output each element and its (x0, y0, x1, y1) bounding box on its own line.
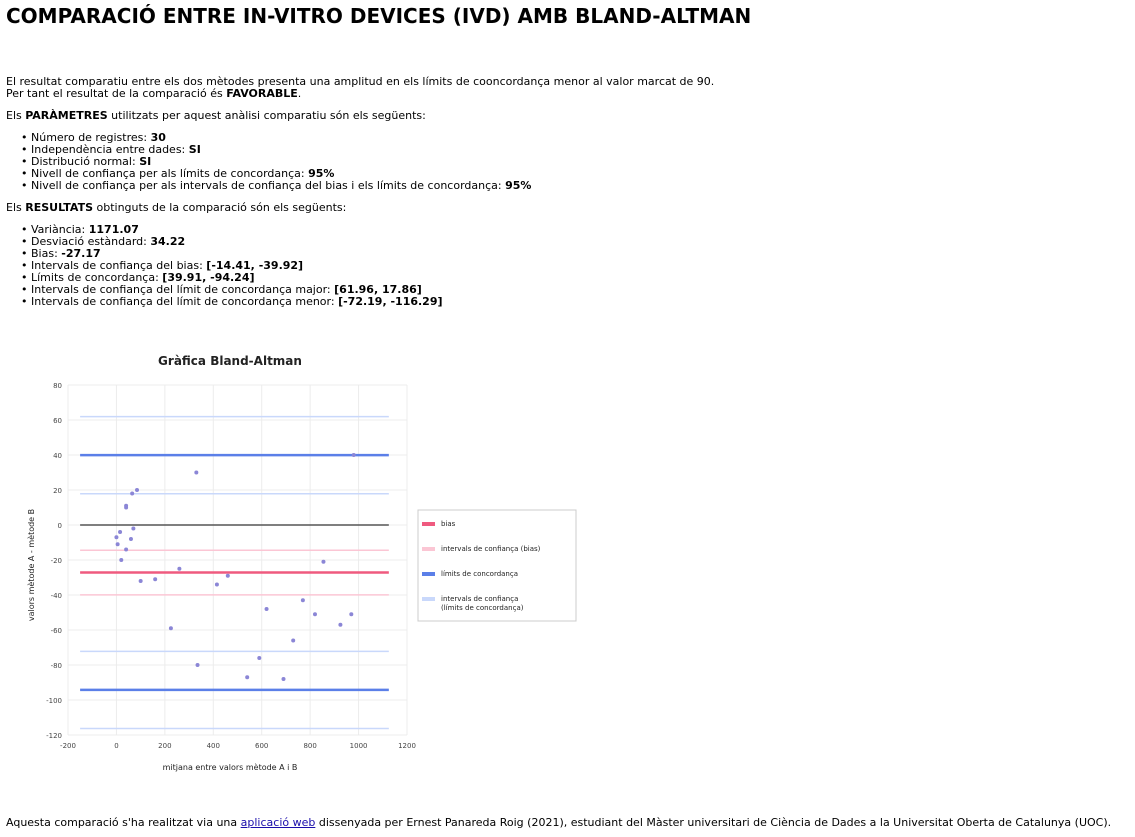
legend-label: límits de concordança (441, 570, 518, 578)
data-point (124, 547, 129, 552)
params-intro: Els PARÀMETRES utilitzats per aquest anà… (6, 110, 426, 122)
data-point (177, 566, 182, 571)
reference-lines (80, 415, 389, 730)
summary-result-value: FAVORABLE (226, 87, 298, 100)
x-tick-label: 400 (207, 742, 220, 750)
data-point (264, 607, 269, 611)
data-point (115, 542, 120, 547)
data-point (349, 612, 354, 617)
y-tick-label: -60 (51, 627, 62, 635)
legend-label: bias (441, 520, 456, 528)
data-point (300, 598, 305, 603)
legend-swatch (422, 522, 435, 526)
chart-title: Gràfica Bland-Altman (158, 354, 302, 368)
y-tick-label: -20 (51, 557, 62, 565)
data-point (131, 526, 136, 531)
params-intro-bold: PARÀMETRES (25, 109, 108, 122)
legend-label: intervals de confiança (límits de concord… (441, 595, 524, 612)
param-label: Nivell de confiança per als intervals de… (31, 179, 506, 192)
y-tick-label: -40 (51, 592, 62, 600)
summary-line-2-prefix: Per tant el resultat de la comparació és (6, 87, 227, 100)
x-tick-label: 800 (303, 742, 316, 750)
param-item: Nivell de confiança per als intervals de… (6, 179, 532, 193)
data-point (138, 579, 143, 583)
data-point (321, 559, 326, 564)
y-tick-label: 60 (53, 417, 62, 425)
legend-swatch (422, 547, 435, 551)
data-point (225, 573, 230, 578)
summary-line-2-suffix: . (297, 87, 302, 100)
data-point (194, 470, 199, 475)
footer-suffix: dissenyada per Ernest Panareda Roig (202… (315, 816, 1112, 829)
data-point (119, 558, 124, 562)
legend: bias intervals de confiança (bias) límits … (417, 509, 577, 622)
summary-text: El resultat comparatiu entre els dos mèt… (6, 76, 714, 100)
data-point (135, 488, 140, 492)
footer-prefix: Aquesta comparació s'ha realitzat via un… (6, 816, 241, 829)
chart-svg: Gràfica Bland-Altman 806040200-20-40-60-… (26, 354, 577, 772)
param-value: SI (188, 143, 201, 156)
legend-swatch (422, 597, 435, 601)
data-points (114, 453, 356, 681)
data-point (124, 503, 129, 508)
grid (67, 384, 408, 736)
data-point (168, 626, 173, 631)
result-value: [-72.19, -116.29] (338, 295, 443, 308)
footer-text: Aquesta comparació s'ha realitzat via un… (6, 816, 1111, 829)
legend-swatch (422, 572, 435, 576)
data-point (118, 530, 123, 534)
x-tick-label: 200 (158, 742, 171, 750)
legend-label: intervals de confiança (bias) (441, 545, 541, 553)
results-intro-suffix: obtinguts de la comparació són els següe… (93, 201, 347, 214)
result-value: 34.22 (150, 235, 186, 248)
result-item: Intervals de confiança del límit de conc… (6, 295, 443, 309)
y-axis-label: valors mètode A - mètode B (26, 509, 36, 621)
x-axis-label: mitjana entre valors mètode A i B (163, 762, 298, 772)
x-tick-label: 0 (114, 742, 118, 750)
data-point (195, 663, 200, 667)
data-point (281, 677, 286, 681)
data-point (291, 638, 296, 643)
data-point (351, 453, 356, 457)
page-title: COMPARACIÓ ENTRE IN-VITRO DEVICES (IVD) … (6, 4, 752, 28)
axis-ticks: 806040200-20-40-60-80-100-120-200 0 200 400… (46, 382, 416, 750)
x-tick-label: 600 (255, 742, 268, 750)
params-intro-prefix: Els (6, 109, 26, 122)
y-tick-label: 0 (58, 522, 62, 530)
y-tick-label: -120 (46, 732, 62, 740)
y-tick-label: 40 (53, 452, 62, 460)
data-point (130, 491, 135, 496)
params-list: Número de registres: 30 Independència en… (6, 132, 532, 193)
summary-line-2: Per tant el resultat de la comparació és… (6, 88, 714, 100)
data-point (214, 582, 219, 587)
data-point (114, 535, 119, 540)
data-point (128, 537, 133, 541)
param-value: 95% (505, 179, 532, 192)
x-tick-label: -200 (60, 742, 76, 750)
x-tick-label: 1000 (350, 742, 368, 750)
y-tick-label: -100 (46, 697, 62, 705)
results-intro: Els RESULTATS obtinguts de la comparació… (6, 202, 346, 214)
data-point (312, 612, 317, 617)
results-list: Variància: 1171.07 Desviació estàndard: … (6, 224, 443, 309)
params-intro-suffix: utilitzats per aquest anàlisi comparatiu… (107, 109, 426, 122)
y-tick-label: -80 (51, 662, 62, 670)
results-intro-bold: RESULTATS (25, 201, 93, 214)
y-tick-label: 80 (53, 382, 62, 390)
web-app-link[interactable]: aplicació web (241, 816, 316, 829)
bland-altman-chart: Gràfica Bland-Altman 80 60 40 20 0 -20 -40 -60-… (20, 345, 590, 785)
result-label: Intervals de confiança del límit de conc… (31, 295, 339, 308)
data-point (153, 577, 158, 582)
x-tick-label: 1200 (398, 742, 416, 750)
results-intro-prefix: Els (6, 201, 26, 214)
data-point (245, 675, 250, 680)
data-point (257, 656, 262, 660)
data-point (338, 622, 343, 627)
y-tick-label: 20 (53, 487, 62, 495)
